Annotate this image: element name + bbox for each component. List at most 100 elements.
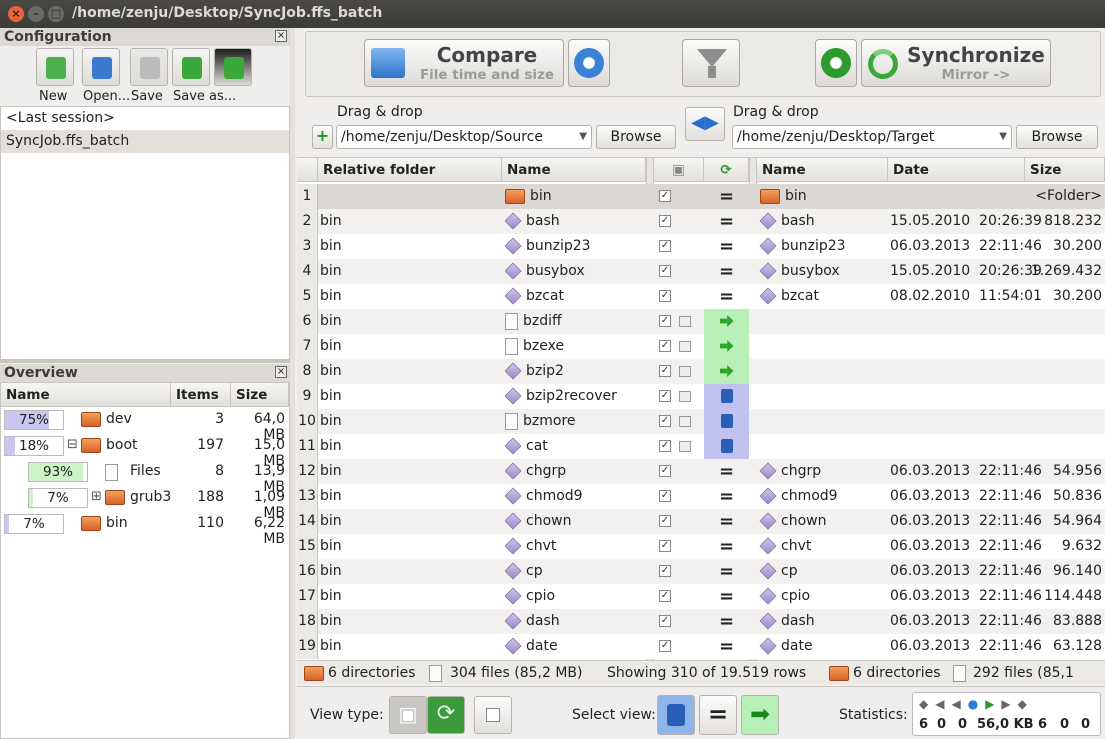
left-browse-button[interactable]: Browse bbox=[596, 125, 676, 149]
overview-name[interactable]: Files bbox=[130, 463, 161, 479]
configuration-close-button[interactable]: × bbox=[275, 30, 287, 42]
action-cell[interactable]: = bbox=[704, 509, 749, 534]
action-cell[interactable] bbox=[704, 309, 749, 334]
overview-name[interactable]: grub3 bbox=[130, 489, 171, 505]
action-cell[interactable]: = bbox=[704, 584, 749, 609]
row-checkbox[interactable]: ✓ bbox=[659, 240, 671, 252]
col-action[interactable]: ⟳ bbox=[704, 158, 749, 182]
row-checkbox[interactable]: ✓ bbox=[659, 590, 671, 602]
close-window-button[interactable]: × bbox=[8, 6, 24, 22]
table-row[interactable]: 11 bin cat ✓ bbox=[297, 434, 1105, 459]
blank-toggle-button[interactable] bbox=[474, 696, 512, 734]
row-checkbox[interactable]: ✓ bbox=[659, 290, 671, 302]
row-checkbox[interactable]: ✓ bbox=[659, 540, 671, 552]
save-button[interactable] bbox=[130, 48, 168, 86]
overview-close-button[interactable]: × bbox=[275, 366, 287, 378]
row-checkbox[interactable]: ✓ bbox=[659, 315, 671, 327]
overview-col-size[interactable]: Size bbox=[231, 383, 289, 407]
table-row[interactable]: 13 bin chmod9 ✓ = chmod9 06.03.2013 22:11:46 50… bbox=[297, 484, 1105, 509]
action-cell[interactable] bbox=[704, 434, 749, 459]
session-item[interactable]: SyncJob.ffs_batch bbox=[1, 130, 289, 153]
table-row[interactable]: 12 bin chgrp ✓ = chgrp 06.03.2013 22:11:46 54.9… bbox=[297, 459, 1105, 484]
table-row[interactable]: 2 bin bash ✓ = bash 15.05.2010 20:26:39 818.232 bbox=[297, 209, 1105, 234]
chevron-down-icon[interactable]: ▼ bbox=[579, 126, 587, 148]
action-cell[interactable]: = bbox=[704, 184, 749, 209]
expander-icon[interactable]: ⊞ bbox=[91, 489, 102, 504]
minimize-window-button[interactable]: – bbox=[28, 6, 44, 22]
overview-name[interactable]: dev bbox=[106, 411, 132, 427]
col-category[interactable]: ▣ bbox=[654, 158, 704, 182]
action-cell[interactable]: = bbox=[704, 234, 749, 259]
right-folder-input[interactable]: /home/zenju/Desktop/Target ▼ bbox=[732, 125, 1012, 149]
table-row[interactable]: 8 bin bzip2 ✓ bbox=[297, 359, 1105, 384]
right-browse-button[interactable]: Browse bbox=[1016, 125, 1098, 149]
row-checkbox[interactable]: ✓ bbox=[659, 490, 671, 502]
action-cell[interactable]: = bbox=[704, 534, 749, 559]
row-checkbox[interactable]: ✓ bbox=[659, 415, 671, 427]
table-row[interactable]: 6 bin bzdiff ✓ bbox=[297, 309, 1105, 334]
row-checkbox[interactable]: ✓ bbox=[659, 365, 671, 377]
row-checkbox[interactable]: ✓ bbox=[659, 465, 671, 477]
table-row[interactable]: 17 bin cpio ✓ = cpio 06.03.2013 22:11:46 114.44… bbox=[297, 584, 1105, 609]
action-cell[interactable] bbox=[704, 334, 749, 359]
terminal-button[interactable] bbox=[214, 48, 252, 86]
action-cell[interactable]: = bbox=[704, 609, 749, 634]
session-item[interactable]: <Last session> bbox=[1, 107, 289, 130]
show-equal-button[interactable]: = bbox=[699, 695, 737, 735]
sync-settings-button[interactable] bbox=[815, 39, 857, 87]
row-checkbox[interactable]: ✓ bbox=[659, 340, 671, 352]
table-row[interactable]: 4 bin busybox ✓ = busybox 15.05.2010 20:26:39 1… bbox=[297, 259, 1105, 284]
action-cell[interactable] bbox=[704, 409, 749, 434]
row-checkbox[interactable]: ✓ bbox=[659, 565, 671, 577]
right-col-size[interactable]: Size bbox=[1025, 158, 1105, 182]
filter-button[interactable] bbox=[682, 39, 740, 87]
overview-name[interactable]: boot bbox=[106, 437, 138, 453]
synchronize-button[interactable]: Synchronize Mirror -> bbox=[861, 39, 1051, 87]
table-row[interactable]: 19 bin date ✓ = date 06.03.2013 22:11:46 63.128 bbox=[297, 634, 1105, 659]
view-category-button[interactable]: ▣ bbox=[389, 696, 427, 734]
action-cell[interactable] bbox=[704, 384, 749, 409]
table-row[interactable]: 1 bin ✓ = bin <Folder> bbox=[297, 184, 1105, 209]
left-folder-input[interactable]: /home/zenju/Desktop/Source ▼ bbox=[336, 125, 592, 149]
row-checkbox[interactable]: ✓ bbox=[659, 215, 671, 227]
maximize-window-button[interactable]: □ bbox=[48, 6, 64, 22]
action-cell[interactable]: = bbox=[704, 559, 749, 584]
add-folder-pair-button[interactable]: + bbox=[312, 125, 333, 149]
row-checkbox[interactable]: ✓ bbox=[659, 440, 671, 452]
compare-button[interactable]: Compare File time and size bbox=[364, 39, 564, 87]
row-checkbox[interactable]: ✓ bbox=[659, 390, 671, 402]
action-cell[interactable]: = bbox=[704, 259, 749, 284]
row-checkbox[interactable]: ✓ bbox=[659, 265, 671, 277]
table-row[interactable]: 16 bin cp ✓ = cp 06.03.2013 22:11:46 96.140 bbox=[297, 559, 1105, 584]
overview-col-name[interactable]: Name bbox=[1, 383, 171, 407]
left-col-name[interactable]: Name bbox=[502, 158, 646, 182]
row-checkbox[interactable]: ✓ bbox=[659, 640, 671, 652]
action-cell[interactable]: = bbox=[704, 459, 749, 484]
table-row[interactable]: 9 bin bzip2recover ✓ bbox=[297, 384, 1105, 409]
action-cell[interactable]: = bbox=[704, 634, 749, 659]
expander-icon[interactable]: ⊟ bbox=[67, 437, 78, 452]
table-row[interactable]: 10 bin bzmore ✓ bbox=[297, 409, 1105, 434]
table-row[interactable]: 15 bin chvt ✓ = chvt 06.03.2013 22:11:46 9.632 bbox=[297, 534, 1105, 559]
table-row[interactable]: 14 bin chown ✓ = chown 06.03.2013 22:11:46 54.9… bbox=[297, 509, 1105, 534]
new-file-button[interactable] bbox=[36, 48, 74, 86]
table-row[interactable]: 7 bin bzexe ✓ bbox=[297, 334, 1105, 359]
row-checkbox[interactable]: ✓ bbox=[659, 190, 671, 202]
action-cell[interactable] bbox=[704, 359, 749, 384]
table-row[interactable]: 18 bin dash ✓ = dash 06.03.2013 22:11:46 83.888 bbox=[297, 609, 1105, 634]
action-cell[interactable]: = bbox=[704, 484, 749, 509]
chevron-down-icon[interactable]: ▼ bbox=[999, 126, 1007, 148]
main-splitter[interactable] bbox=[290, 28, 295, 739]
table-row[interactable]: 5 bin bzcat ✓ = bzcat 08.02.2010 11:54:01 30.20… bbox=[297, 284, 1105, 309]
row-checkbox[interactable]: ✓ bbox=[659, 515, 671, 527]
show-create-right-button[interactable]: ➡ bbox=[741, 695, 779, 735]
right-col-date[interactable]: Date bbox=[888, 158, 1025, 182]
swap-sides-button[interactable]: ◀▶ bbox=[685, 107, 725, 141]
compare-settings-button[interactable] bbox=[568, 39, 610, 87]
view-action-button[interactable]: ⟳ bbox=[427, 696, 465, 734]
row-checkbox[interactable]: ✓ bbox=[659, 615, 671, 627]
action-cell[interactable]: = bbox=[704, 209, 749, 234]
show-delete-right-button[interactable] bbox=[657, 695, 695, 735]
overview-col-items[interactable]: Items bbox=[171, 383, 231, 407]
save-as-sync-button[interactable] bbox=[172, 48, 210, 86]
